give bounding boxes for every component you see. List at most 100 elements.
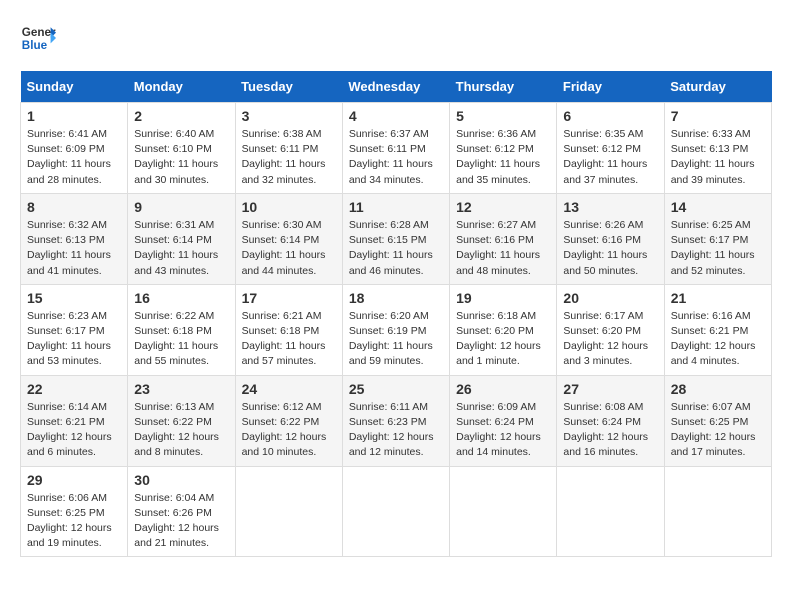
- day-info: Sunrise: 6:33 AMSunset: 6:13 PMDaylight:…: [671, 127, 765, 188]
- calendar-cell: 12 Sunrise: 6:27 AMSunset: 6:16 PMDayligh…: [450, 193, 557, 284]
- calendar-cell: 27 Sunrise: 6:08 AMSunset: 6:24 PMDayligh…: [557, 375, 664, 466]
- calendar-cell: 30 Sunrise: 6:04 AMSunset: 6:26 PMDayligh…: [128, 466, 235, 557]
- calendar-cell: [450, 466, 557, 557]
- calendar-cell: 3 Sunrise: 6:38 AMSunset: 6:11 PMDaylight…: [235, 103, 342, 194]
- day-info: Sunrise: 6:40 AMSunset: 6:10 PMDaylight:…: [134, 127, 228, 188]
- day-number: 24: [242, 381, 336, 397]
- calendar-cell: 16 Sunrise: 6:22 AMSunset: 6:18 PMDayligh…: [128, 284, 235, 375]
- day-number: 28: [671, 381, 765, 397]
- day-info: Sunrise: 6:25 AMSunset: 6:17 PMDaylight:…: [671, 218, 765, 279]
- day-info: Sunrise: 6:14 AMSunset: 6:21 PMDaylight:…: [27, 400, 121, 461]
- calendar-cell: [557, 466, 664, 557]
- day-info: Sunrise: 6:28 AMSunset: 6:15 PMDaylight:…: [349, 218, 443, 279]
- day-number: 6: [563, 108, 657, 124]
- calendar-cell: 4 Sunrise: 6:37 AMSunset: 6:11 PMDaylight…: [342, 103, 449, 194]
- day-number: 26: [456, 381, 550, 397]
- calendar-cell: [664, 466, 771, 557]
- calendar-cell: 21 Sunrise: 6:16 AMSunset: 6:21 PMDayligh…: [664, 284, 771, 375]
- day-number: 13: [563, 199, 657, 215]
- calendar-cell: 17 Sunrise: 6:21 AMSunset: 6:18 PMDayligh…: [235, 284, 342, 375]
- day-number: 10: [242, 199, 336, 215]
- day-info: Sunrise: 6:08 AMSunset: 6:24 PMDaylight:…: [563, 400, 657, 461]
- day-info: Sunrise: 6:31 AMSunset: 6:14 PMDaylight:…: [134, 218, 228, 279]
- day-number: 12: [456, 199, 550, 215]
- day-info: Sunrise: 6:04 AMSunset: 6:26 PMDaylight:…: [134, 491, 228, 552]
- day-info: Sunrise: 6:27 AMSunset: 6:16 PMDaylight:…: [456, 218, 550, 279]
- calendar-cell: 29Sunrise: 6:06 AMSunset: 6:25 PMDayligh…: [21, 466, 128, 557]
- day-number: 14: [671, 199, 765, 215]
- calendar-cell: 9 Sunrise: 6:31 AMSunset: 6:14 PMDaylight…: [128, 193, 235, 284]
- day-number: 27: [563, 381, 657, 397]
- day-number: 4: [349, 108, 443, 124]
- day-number: 3: [242, 108, 336, 124]
- day-number: 2: [134, 108, 228, 124]
- weekday-header: Wednesday: [342, 71, 449, 103]
- calendar-cell: 28 Sunrise: 6:07 AMSunset: 6:25 PMDayligh…: [664, 375, 771, 466]
- day-info: Sunrise: 6:21 AMSunset: 6:18 PMDaylight:…: [242, 309, 336, 370]
- calendar-header: SundayMondayTuesdayWednesdayThursdayFrid…: [21, 71, 772, 103]
- logo: General Blue: [20, 20, 56, 56]
- day-info: Sunrise: 6:06 AMSunset: 6:25 PMDaylight:…: [27, 491, 121, 552]
- logo-icon: General Blue: [20, 20, 56, 56]
- day-info: Sunrise: 6:11 AMSunset: 6:23 PMDaylight:…: [349, 400, 443, 461]
- calendar-cell: 6 Sunrise: 6:35 AMSunset: 6:12 PMDaylight…: [557, 103, 664, 194]
- calendar-cell: 25Sunrise: 6:11 AMSunset: 6:23 PMDayligh…: [342, 375, 449, 466]
- header: General Blue: [20, 20, 772, 56]
- calendar-cell: [235, 466, 342, 557]
- weekday-header: Tuesday: [235, 71, 342, 103]
- calendar-cell: 23 Sunrise: 6:13 AMSunset: 6:22 PMDayligh…: [128, 375, 235, 466]
- day-info: Sunrise: 6:09 AMSunset: 6:24 PMDaylight:…: [456, 400, 550, 461]
- day-number: 5: [456, 108, 550, 124]
- day-number: 16: [134, 290, 228, 306]
- calendar-cell: 1Sunrise: 6:41 AMSunset: 6:09 PMDaylight…: [21, 103, 128, 194]
- day-info: Sunrise: 6:12 AMSunset: 6:22 PMDaylight:…: [242, 400, 336, 461]
- day-info: Sunrise: 6:38 AMSunset: 6:11 PMDaylight:…: [242, 127, 336, 188]
- weekday-header: Thursday: [450, 71, 557, 103]
- day-info: Sunrise: 6:20 AMSunset: 6:19 PMDaylight:…: [349, 309, 443, 370]
- day-info: Sunrise: 6:17 AMSunset: 6:20 PMDaylight:…: [563, 309, 657, 370]
- calendar-cell: 8 Sunrise: 6:32 AMSunset: 6:13 PMDaylight…: [21, 193, 128, 284]
- calendar-cell: 14 Sunrise: 6:25 AMSunset: 6:17 PMDayligh…: [664, 193, 771, 284]
- calendar-table: SundayMondayTuesdayWednesdayThursdayFrid…: [20, 71, 772, 557]
- day-number: 8: [27, 199, 121, 215]
- day-number: 30: [134, 472, 228, 488]
- calendar-cell: 20 Sunrise: 6:17 AMSunset: 6:20 PMDayligh…: [557, 284, 664, 375]
- day-info: Sunrise: 6:41 AMSunset: 6:09 PMDaylight:…: [27, 127, 121, 188]
- calendar-cell: 5 Sunrise: 6:36 AMSunset: 6:12 PMDaylight…: [450, 103, 557, 194]
- day-info: Sunrise: 6:13 AMSunset: 6:22 PMDaylight:…: [134, 400, 228, 461]
- calendar-cell: 11Sunrise: 6:28 AMSunset: 6:15 PMDayligh…: [342, 193, 449, 284]
- day-number: 21: [671, 290, 765, 306]
- day-info: Sunrise: 6:35 AMSunset: 6:12 PMDaylight:…: [563, 127, 657, 188]
- day-info: Sunrise: 6:23 AMSunset: 6:17 PMDaylight:…: [27, 309, 121, 370]
- calendar-cell: 22 Sunrise: 6:14 AMSunset: 6:21 PMDayligh…: [21, 375, 128, 466]
- weekday-header: Monday: [128, 71, 235, 103]
- day-info: Sunrise: 6:36 AMSunset: 6:12 PMDaylight:…: [456, 127, 550, 188]
- calendar-cell: 24 Sunrise: 6:12 AMSunset: 6:22 PMDayligh…: [235, 375, 342, 466]
- calendar-cell: 7 Sunrise: 6:33 AMSunset: 6:13 PMDaylight…: [664, 103, 771, 194]
- calendar-cell: 13Sunrise: 6:26 AMSunset: 6:16 PMDayligh…: [557, 193, 664, 284]
- day-number: 7: [671, 108, 765, 124]
- day-info: Sunrise: 6:22 AMSunset: 6:18 PMDaylight:…: [134, 309, 228, 370]
- day-info: Sunrise: 6:37 AMSunset: 6:11 PMDaylight:…: [349, 127, 443, 188]
- day-number: 23: [134, 381, 228, 397]
- day-info: Sunrise: 6:07 AMSunset: 6:25 PMDaylight:…: [671, 400, 765, 461]
- calendar-cell: 15 Sunrise: 6:23 AMSunset: 6:17 PMDayligh…: [21, 284, 128, 375]
- weekday-header: Saturday: [664, 71, 771, 103]
- day-info: Sunrise: 6:32 AMSunset: 6:13 PMDaylight:…: [27, 218, 121, 279]
- weekday-header: Sunday: [21, 71, 128, 103]
- day-info: Sunrise: 6:18 AMSunset: 6:20 PMDaylight:…: [456, 309, 550, 370]
- day-info: Sunrise: 6:30 AMSunset: 6:14 PMDaylight:…: [242, 218, 336, 279]
- day-number: 15: [27, 290, 121, 306]
- calendar-cell: 26 Sunrise: 6:09 AMSunset: 6:24 PMDayligh…: [450, 375, 557, 466]
- day-info: Sunrise: 6:16 AMSunset: 6:21 PMDaylight:…: [671, 309, 765, 370]
- day-number: 20: [563, 290, 657, 306]
- calendar-cell: 18Sunrise: 6:20 AMSunset: 6:19 PMDayligh…: [342, 284, 449, 375]
- calendar-cell: [342, 466, 449, 557]
- calendar-cell: 19Sunrise: 6:18 AMSunset: 6:20 PMDayligh…: [450, 284, 557, 375]
- day-number: 9: [134, 199, 228, 215]
- weekday-header: Friday: [557, 71, 664, 103]
- day-number: 22: [27, 381, 121, 397]
- day-number: 17: [242, 290, 336, 306]
- svg-text:Blue: Blue: [22, 39, 48, 52]
- calendar-cell: 2 Sunrise: 6:40 AMSunset: 6:10 PMDaylight…: [128, 103, 235, 194]
